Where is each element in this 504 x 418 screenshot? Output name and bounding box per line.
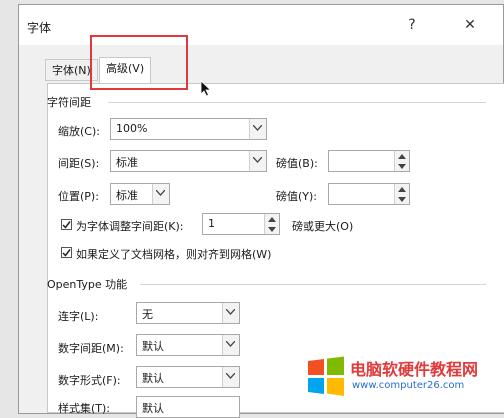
char-spacing-heading: 字符间距 (47, 96, 91, 109)
stylistic-label: 样式集(T): (58, 402, 111, 415)
spacing-value: 标准 (116, 156, 138, 169)
ligatures-value: 无 (142, 308, 153, 321)
dialog-title: 字体 (27, 21, 52, 35)
chevron-down-icon[interactable] (222, 335, 239, 355)
position-label: 位置(P): (58, 190, 99, 203)
grid-checkbox[interactable] (61, 247, 72, 258)
spinner-buttons (264, 214, 279, 234)
spacing-label: 间距(S): (58, 157, 100, 170)
spacing-by-label: 磅值(B): (276, 157, 318, 170)
section-divider (108, 102, 486, 103)
spin-down-icon[interactable] (395, 194, 409, 204)
spacing-combo[interactable]: 标准 (110, 150, 267, 172)
spin-up-icon[interactable] (395, 184, 409, 194)
spin-up-icon[interactable] (265, 214, 279, 224)
kerning-value: 1 (208, 217, 215, 230)
chevron-down-icon[interactable] (222, 303, 239, 323)
stylistic-combo[interactable]: 默认 (136, 396, 240, 418)
num-form-value: 默认 (142, 372, 164, 385)
stylistic-value: 默认 (142, 402, 164, 415)
chevron-down-icon[interactable] (152, 184, 169, 204)
chevron-down-icon[interactable] (249, 119, 266, 139)
num-spacing-value: 默认 (142, 340, 164, 353)
num-form-combo[interactable]: 默认 (136, 366, 240, 388)
watermark-url: www.computer26.com (352, 380, 465, 391)
kerning-spinner[interactable]: 1 (202, 213, 280, 235)
spinner-buttons (394, 151, 409, 171)
opentype-heading: OpenType 功能 (47, 278, 128, 291)
chevron-down-icon[interactable] (249, 151, 266, 171)
close-button[interactable]: ✕ (455, 13, 485, 37)
spinner-buttons (394, 184, 409, 204)
section-divider (140, 284, 486, 285)
chevron-down-icon[interactable] (222, 367, 239, 387)
ligatures-label: 连字(L): (58, 310, 99, 323)
watermark-title: 电脑软硬件教程网 (350, 360, 479, 379)
kerning-checkbox[interactable] (61, 219, 72, 230)
spin-down-icon[interactable] (265, 224, 279, 234)
spin-down-icon[interactable] (395, 161, 409, 171)
mouse-cursor-icon (200, 80, 212, 97)
scale-combo[interactable]: 100% (110, 118, 267, 140)
grid-label: 如果定义了文档网格，则对齐到网格(W) (76, 248, 272, 261)
kerning-label: 为字体调整字间距(K): (76, 220, 184, 233)
num-form-label: 数字形式(F): (58, 374, 121, 387)
position-combo[interactable]: 标准 (110, 183, 170, 205)
position-value: 标准 (116, 189, 138, 202)
num-spacing-combo[interactable]: 默认 (136, 334, 240, 356)
watermark: 电脑软硬件教程网 www.computer26.com (300, 350, 504, 406)
position-by-label: 磅值(Y): (276, 190, 318, 203)
num-spacing-label: 数字间距(M): (58, 342, 124, 355)
scale-value: 100% (116, 122, 148, 135)
help-button[interactable]: ? (397, 13, 427, 37)
spacing-by-spinner[interactable] (328, 150, 410, 172)
ligatures-combo[interactable]: 无 (136, 302, 240, 324)
highlight-box (90, 35, 188, 90)
kerning-suffix: 磅或更大(O) (292, 220, 354, 233)
scale-label: 缩放(C): (58, 125, 100, 138)
windows-logo-icon (308, 356, 344, 396)
spin-up-icon[interactable] (395, 151, 409, 161)
position-by-spinner[interactable] (328, 183, 410, 205)
